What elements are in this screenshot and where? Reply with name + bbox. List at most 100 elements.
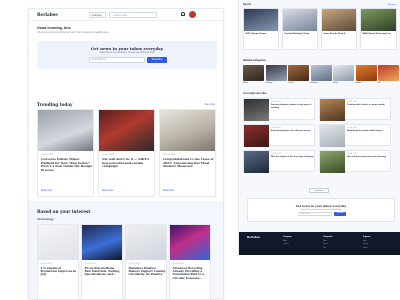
footer-link[interactable]: Help xyxy=(363,241,366,242)
subscribe-button[interactable]: Subscribe xyxy=(334,212,346,216)
newsletter-description: Subscribe to our newsletter to keep you … xyxy=(99,52,155,54)
card-title[interactable]: Nie wait don't do it — NIKE's new powerf… xyxy=(102,157,153,169)
greeting-title: Good morning, Aris xyxy=(37,26,71,30)
trending-see-more-link[interactable]: See more xyxy=(205,103,215,106)
card-title[interactable]: NBA Playoffs Returning Live xyxy=(363,33,397,36)
suggested-article[interactable]: Oct 18, 2021 A weekend guide to the old … xyxy=(243,124,315,147)
footer-link[interactable]: Sports xyxy=(323,244,328,245)
category-tile[interactable]: Travel xyxy=(288,65,309,85)
card-title[interactable]: Hanwha's Plastics Makers Support Coming … xyxy=(129,266,166,277)
footer-link[interactable]: Terms xyxy=(363,248,367,249)
sports-card[interactable]: Football Matchday Today xyxy=(282,8,318,50)
sports-card-image xyxy=(322,9,356,31)
footer-column-title: Support xyxy=(363,236,371,238)
footer-brand[interactable]: Berlabee xyxy=(247,236,260,239)
card-title[interactable]: Football Matchday Today xyxy=(285,33,318,36)
search-input[interactable]: ⌕ Search news... xyxy=(109,11,157,18)
footer-link[interactable]: Careers xyxy=(283,244,289,245)
sports-section-title: Sports xyxy=(243,3,252,6)
newsletter-title: Get news in your inbox everyday xyxy=(295,204,347,208)
article-title[interactable]: A weekend guide to the old town streets xyxy=(271,130,314,133)
bell-icon[interactable] xyxy=(181,12,185,16)
interest-title: Based on your interest xyxy=(37,209,91,214)
category-tile[interactable]: Gaming xyxy=(265,65,287,85)
sports-card-image xyxy=(244,9,278,31)
sports-card[interactable]: 2021 Olympic Games xyxy=(243,8,279,50)
card-date: Oct 18, 2021 xyxy=(163,154,176,156)
footer-column-title: Company xyxy=(283,236,292,238)
suggested-article[interactable]: Oct 18, 2021 Rethinking the modern offic… xyxy=(319,124,391,147)
article-title[interactable]: How outdoor sport events are returning xyxy=(347,156,390,159)
article-title[interactable]: Rethinking the modern office layout xyxy=(347,130,390,133)
footer-link[interactable]: Tech xyxy=(323,248,326,249)
trending-card-image xyxy=(38,110,93,151)
interest-card[interactable]: Oct 18, 2021 PV-on-Polyurethane Raw Mate… xyxy=(81,224,123,299)
interest-card[interactable]: Oct 18, 2021 Advanced Recycling Already … xyxy=(169,224,211,299)
article-date: Oct 18, 2021 xyxy=(347,153,357,155)
trending-card[interactable]: Oct 18, 2021 Nie wait don't do it — NIKE… xyxy=(98,109,155,197)
suggested-article[interactable]: Oct 18, 2021 How outdoor sport events ar… xyxy=(319,150,391,173)
suggested-section-title: You might also like xyxy=(243,92,267,95)
category-tile[interactable]: Art xyxy=(378,65,399,85)
sports-card[interactable]: Game Results Week 8 xyxy=(321,8,357,50)
read-more-link[interactable]: Read more xyxy=(102,190,113,192)
article-title[interactable]: Fashion designers adjust to new ways of … xyxy=(271,104,314,109)
card-title[interactable]: 5-G Chemical Production Improves In July xyxy=(41,266,78,277)
category-label: Food xyxy=(333,82,338,84)
interest-subtitle: Technology xyxy=(37,217,54,221)
category-label: Nature xyxy=(355,82,362,84)
article-date: Oct 18, 2021 xyxy=(271,153,281,155)
footer-link[interactable]: News xyxy=(323,241,327,242)
card-title[interactable]: PV-on-Polyurethane Raw Materials, Testin… xyxy=(85,266,122,277)
category-image xyxy=(355,65,377,81)
card-title[interactable]: Game Results Week 8 xyxy=(324,33,357,36)
chevron-down-icon: ⌄ xyxy=(91,16,94,20)
category-label: Travel xyxy=(288,82,294,84)
sports-see-more-link[interactable]: See more xyxy=(387,4,396,6)
article-title[interactable]: Why the skyline of the city keeps changi… xyxy=(271,156,314,159)
subscribe-button[interactable]: Subscribe xyxy=(147,57,167,63)
card-date: Oct 18, 2021 xyxy=(41,154,54,156)
trending-card[interactable]: Oct 18, 2021 Congratulations to the Clas… xyxy=(159,109,216,197)
suggested-article[interactable]: Oct 18, 2021 Why the skyline of the city… xyxy=(243,150,315,173)
brand-logo[interactable]: Berlabee xyxy=(37,12,58,17)
email-field[interactable]: Email address xyxy=(89,57,145,63)
read-more-link[interactable]: Read more xyxy=(163,190,174,192)
drone-image xyxy=(38,225,78,260)
article-title[interactable]: Cooking with friends: a summer guide xyxy=(347,104,390,107)
category-tile[interactable]: Fashion xyxy=(310,65,332,85)
footer-link[interactable]: About xyxy=(283,241,287,242)
trending-card-image xyxy=(160,110,215,151)
load-more-button[interactable]: Load more xyxy=(309,188,329,193)
footer-column-title: Categories xyxy=(323,236,333,238)
trending-title: Trending today xyxy=(37,102,73,107)
category-tile[interactable]: Nature xyxy=(355,65,377,85)
category-tile[interactable]: Food xyxy=(333,65,354,85)
article-image xyxy=(320,125,345,147)
card-title[interactable]: Advanced Recycling Already Providing a F… xyxy=(173,266,210,281)
suggested-article[interactable]: Oct 18, 2021 Fashion designers adjust to… xyxy=(243,98,315,121)
interest-card[interactable]: Oct 18, 2021 5-G Chemical Production Imp… xyxy=(37,224,79,299)
category-label: Gaming xyxy=(265,82,273,84)
footer-link[interactable]: Privacy xyxy=(363,244,368,245)
category-select[interactable]: Category ⌄ xyxy=(89,11,106,20)
card-title[interactable]: Converse Enlists Tinker Hatfield for New… xyxy=(41,157,92,172)
card-title[interactable]: 2021 Olympic Games xyxy=(246,33,279,36)
article-image xyxy=(244,99,269,121)
article-date: Oct 18, 2021 xyxy=(347,101,357,103)
interest-card[interactable]: Oct 18, 2021 Hanwha's Plastics Makers Su… xyxy=(125,224,167,299)
email-field[interactable]: Email address xyxy=(298,212,332,216)
category-image xyxy=(310,65,332,81)
sports-card[interactable]: NBA Playoffs Returning Live xyxy=(360,8,397,50)
newsletter-title: Get news in your inbox everyday xyxy=(90,46,164,51)
trending-card[interactable]: Oct 18, 2021 Converse Enlists Tinker Hat… xyxy=(37,109,94,197)
category-tile[interactable]: Music xyxy=(243,65,264,85)
article-date: Oct 18, 2021 xyxy=(271,101,281,103)
avatar[interactable] xyxy=(189,11,196,18)
card-date: Oct 18, 2021 xyxy=(172,262,184,265)
category-image xyxy=(265,65,287,81)
suggested-article[interactable]: Oct 18, 2021 Cooking with friends: a sum… xyxy=(319,98,391,121)
read-more-link[interactable]: Read more xyxy=(41,190,52,192)
card-title[interactable]: Congratulations to the Class of 2021! An… xyxy=(163,157,214,169)
card-date: Oct 18, 2021 xyxy=(40,262,52,265)
